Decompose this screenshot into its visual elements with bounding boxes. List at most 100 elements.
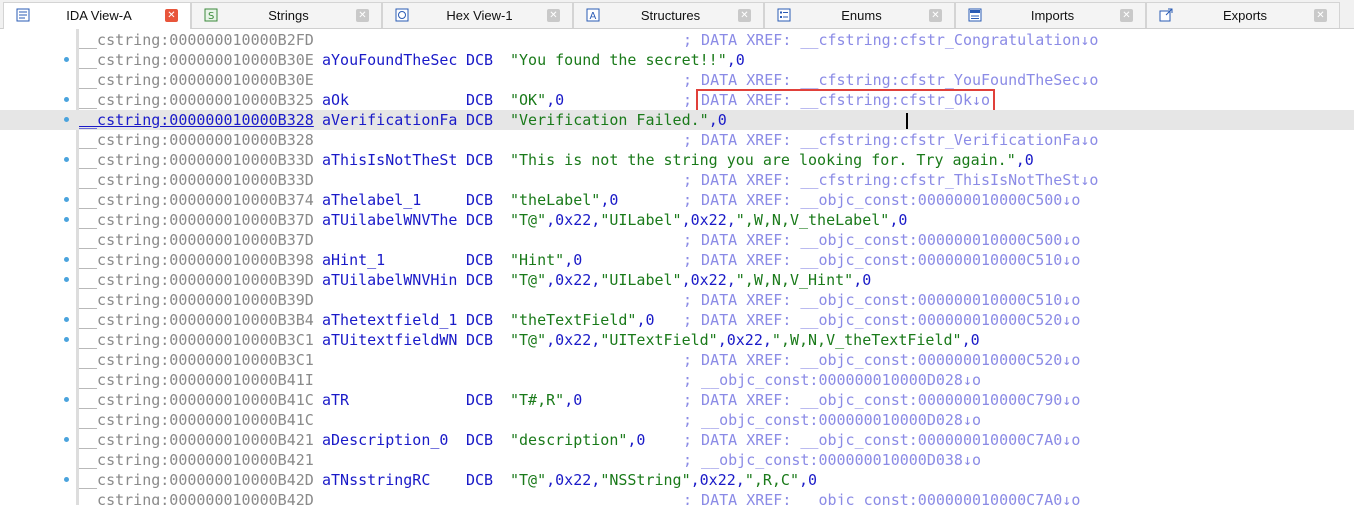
listing-line[interactable]: __cstring:000000010000B33D ; DATA XREF: _… [0,170,1354,190]
close-icon[interactable]: ✕ [929,9,942,22]
line-address[interactable]: __cstring:000000010000B37D [79,230,314,250]
line-address[interactable]: __cstring:000000010000B3C1 [79,330,314,350]
line-address[interactable]: __cstring:000000010000B325 [79,90,314,110]
line-address[interactable]: __cstring:000000010000B39D [79,290,314,310]
line-address[interactable]: __cstring:000000010000B42D [79,490,314,505]
breakpoint-marker-icon[interactable] [64,257,69,262]
line-address[interactable]: __cstring:000000010000B398 [79,250,314,270]
line-address[interactable]: __cstring:000000010000B3C1 [79,350,314,370]
listing-line[interactable]: __cstring:000000010000B421 aDescription_0… [0,430,1354,450]
listing-line[interactable]: __cstring:000000010000B374 aThelabel_1 DCB… [0,190,1354,210]
tab-enums[interactable]: Enums ✕ [764,2,955,28]
listing-line[interactable]: __cstring:000000010000B3C1 ; DATA XREF: _… [0,350,1354,370]
line-address[interactable]: __cstring:000000010000B41C [79,390,314,410]
line-symbol-name[interactable]: aOk [322,90,349,110]
line-comment[interactable]: ; DATA XREF: __objc_const:000000010000C7… [683,430,1080,450]
listing-line[interactable]: __cstring:000000010000B421 ; __objc_const… [0,450,1354,470]
breakpoint-marker-icon[interactable] [64,317,69,322]
close-icon[interactable]: ✕ [547,9,560,22]
line-address[interactable]: __cstring:000000010000B328 [79,110,314,130]
listing-line[interactable]: __cstring:000000010000B2FD ; DATA XREF: _… [0,30,1354,50]
line-address[interactable]: __cstring:000000010000B41I [79,370,314,390]
tab-hex-view-1[interactable]: Hex View-1 ✕ [382,2,573,28]
line-address[interactable]: __cstring:000000010000B421 [79,450,314,470]
line-symbol-name[interactable]: aDescription_0 [322,430,448,450]
listing-line[interactable]: __cstring:000000010000B30E ; DATA XREF: _… [0,70,1354,90]
line-address[interactable]: __cstring:000000010000B421 [79,430,314,450]
close-icon[interactable]: ✕ [356,9,369,22]
line-comment[interactable]: ; DATA XREF: __cfstring:cfstr_Ok↓o [683,90,990,110]
line-symbol-name[interactable]: aHint_1 [322,250,385,270]
close-icon[interactable]: ✕ [1120,9,1133,22]
line-address[interactable]: __cstring:000000010000B42D [79,470,314,490]
breakpoint-marker-icon[interactable] [64,437,69,442]
line-comment[interactable]: ; DATA XREF: __objc_const:000000010000C5… [683,310,1080,330]
listing-line[interactable]: __cstring:000000010000B30E aYouFoundTheSe… [0,50,1354,70]
tab-imports[interactable]: Imports ✕ [955,2,1146,28]
line-comment[interactable]: ; __objc_const:000000010000D028↓o [683,410,981,430]
listing-line[interactable]: __cstring:000000010000B41I ; __objc_const… [0,370,1354,390]
line-comment[interactable]: ; DATA XREF: __objc_const:000000010000C5… [683,230,1080,250]
line-symbol-name[interactable]: aTUilabelWNVHin [322,270,457,290]
breakpoint-marker-icon[interactable] [64,277,69,282]
listing-line[interactable]: __cstring:000000010000B39D ; DATA XREF: _… [0,290,1354,310]
close-icon[interactable]: ✕ [738,9,751,22]
close-icon[interactable]: ✕ [1314,9,1327,22]
line-symbol-name[interactable]: aThelabel_1 [322,190,421,210]
line-symbol-name[interactable]: aYouFoundTheSec [322,50,457,70]
listing-line[interactable]: __cstring:000000010000B42D aTNsstringRC DC… [0,470,1354,490]
line-comment[interactable]: ; __objc_const:000000010000D028↓o [683,370,981,390]
tab-exports[interactable]: Exports ✕ [1146,2,1340,28]
line-comment[interactable]: ; DATA XREF: __objc_const:000000010000C5… [683,290,1080,310]
line-symbol-name[interactable]: aTR [322,390,349,410]
line-symbol-name[interactable]: aTNsstringRC [322,470,430,490]
tab-structures[interactable]: A Structures ✕ [573,2,764,28]
line-comment[interactable]: ; DATA XREF: __objc_const:000000010000C5… [683,350,1080,370]
breakpoint-marker-icon[interactable] [64,197,69,202]
tab-ida-view-a[interactable]: IDA View-A ✕ [3,2,191,29]
listing-line[interactable]: __cstring:000000010000B328 aVerificationF… [0,110,1354,130]
tab-strings[interactable]: S Strings ✕ [191,2,382,28]
listing-line[interactable]: __cstring:000000010000B328 ; DATA XREF: _… [0,130,1354,150]
listing-line[interactable]: __cstring:000000010000B41C aTR DCB "T#,R",0… [0,390,1354,410]
line-address[interactable]: __cstring:000000010000B2FD [79,30,314,50]
line-symbol-name[interactable]: aThisIsNotTheSt [322,150,457,170]
line-comment[interactable]: ; DATA XREF: __cfstring:cfstr_Congratula… [683,30,1098,50]
line-address[interactable]: __cstring:000000010000B374 [79,190,314,210]
listing-line[interactable]: __cstring:000000010000B39D aTUilabelWNVHi… [0,270,1354,290]
listing-line[interactable]: __cstring:000000010000B325 aOk DCB "OK",0 ; … [0,90,1354,110]
line-symbol-name[interactable]: aThetextfield_1 [322,310,457,330]
line-symbol-name[interactable]: aVerificationFa [322,110,457,130]
disassembly-listing[interactable]: __cstring:000000010000B2FD ; DATA XREF: _… [0,29,1354,505]
line-comment[interactable]: ; DATA XREF: __objc_const:000000010000C7… [683,390,1080,410]
line-comment[interactable]: ; DATA XREF: __cfstring:cfstr_YouFoundTh… [683,70,1098,90]
line-symbol-name[interactable]: aTUitextfieldWN [322,330,457,350]
breakpoint-marker-icon[interactable] [64,217,69,222]
line-address[interactable]: __cstring:000000010000B33D [79,170,314,190]
listing-line[interactable]: __cstring:000000010000B37D aTUilabelWNVTh… [0,210,1354,230]
line-comment[interactable]: ; DATA XREF: __objc_const:000000010000C5… [683,250,1080,270]
line-address[interactable]: __cstring:000000010000B41C [79,410,314,430]
line-comment[interactable]: ; DATA XREF: __objc_const:000000010000C5… [683,190,1080,210]
breakpoint-marker-icon[interactable] [64,57,69,62]
line-address[interactable]: __cstring:000000010000B33D [79,150,314,170]
line-comment[interactable]: ; DATA XREF: __cfstring:cfstr_ThisIsNotT… [683,170,1098,190]
breakpoint-marker-icon[interactable] [64,157,69,162]
listing-line[interactable]: __cstring:000000010000B42D ; DATA XREF: _… [0,490,1354,505]
listing-line[interactable]: __cstring:000000010000B3C1 aTUitextfieldW… [0,330,1354,350]
listing-line[interactable]: __cstring:000000010000B41C ; __objc_const… [0,410,1354,430]
listing-line[interactable]: __cstring:000000010000B37D ; DATA XREF: _… [0,230,1354,250]
listing-line[interactable]: __cstring:000000010000B398 aHint_1 DCB "Hin… [0,250,1354,270]
line-address[interactable]: __cstring:000000010000B3B4 [79,310,314,330]
line-address[interactable]: __cstring:000000010000B39D [79,270,314,290]
listing-line[interactable]: __cstring:000000010000B3B4 aThetextfield_… [0,310,1354,330]
breakpoint-marker-icon[interactable] [64,117,69,122]
line-address[interactable]: __cstring:000000010000B328 [79,130,314,150]
breakpoint-marker-icon[interactable] [64,337,69,342]
line-comment[interactable]: ; __objc_const:000000010000D038↓o [683,450,981,470]
line-address[interactable]: __cstring:000000010000B37D [79,210,314,230]
line-comment[interactable]: ; DATA XREF: __objc_const:000000010000C7… [683,490,1080,505]
breakpoint-marker-icon[interactable] [64,477,69,482]
breakpoint-marker-icon[interactable] [64,397,69,402]
line-comment[interactable]: ; DATA XREF: __cfstring:cfstr_Verificati… [683,130,1098,150]
